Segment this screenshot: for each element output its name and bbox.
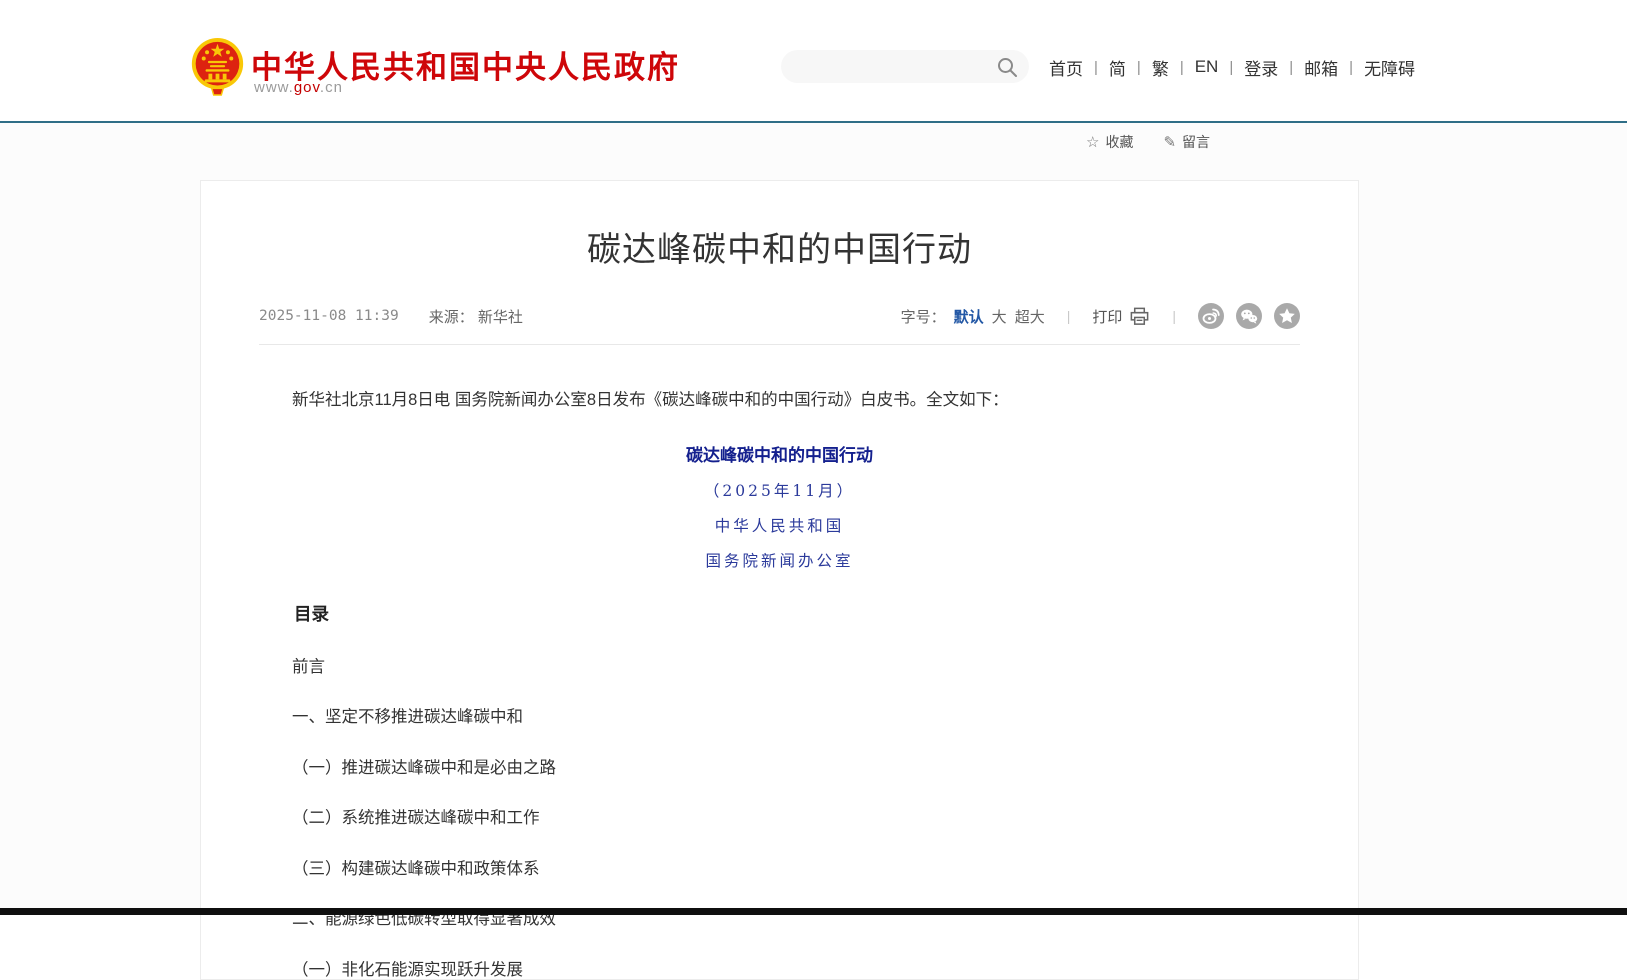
meta-divider-line <box>259 344 1300 345</box>
favorite-button[interactable]: ☆ 收藏 <box>1086 132 1133 152</box>
toc-line: 前言 <box>259 653 1300 677</box>
qzone-star-icon <box>1276 305 1298 327</box>
nav-accessibility[interactable]: 无障碍 <box>1353 55 1426 80</box>
font-size-label: 字号： <box>901 306 946 327</box>
article-title: 碳达峰碳中和的中国行动 <box>201 222 1358 271</box>
comment-label: 留言 <box>1182 132 1210 152</box>
font-size-large[interactable]: 大 <box>992 306 1007 327</box>
toolbar-separator: | <box>1150 308 1198 324</box>
quick-actions: ☆ 收藏 ✎ 留言 <box>1086 132 1210 152</box>
nav-simplified[interactable]: 简 <box>1098 55 1137 80</box>
font-size-default[interactable]: 默认 <box>954 306 984 327</box>
share-wechat-button[interactable] <box>1236 303 1262 329</box>
page-background: ☆ 收藏 ✎ 留言 碳达峰碳中和的中国行动 2025-11-08 11:39 来… <box>0 123 1627 915</box>
search-box <box>781 50 1029 83</box>
source-label: 来源： <box>429 309 474 326</box>
viewport-bottom-edge <box>0 908 1627 915</box>
share-qzone-button[interactable] <box>1274 303 1300 329</box>
share-weibo-button[interactable] <box>1198 303 1224 329</box>
article-meta-row: 2025-11-08 11:39 来源： 新华社 字号： 默认 大 超大 | 打… <box>259 303 1300 329</box>
search-button[interactable] <box>995 55 1019 79</box>
toc-line: 一、坚定不移推进碳达峰碳中和 <box>259 703 1300 727</box>
nav-english[interactable]: EN <box>1184 57 1230 77</box>
url-gov: gov <box>294 79 320 96</box>
weibo-icon <box>1200 305 1222 327</box>
intro-paragraph: 新华社北京11月8日电 国务院新闻办公室8日发布《碳达峰碳中和的中国行动》白皮书… <box>259 389 1300 412</box>
national-emblem-logo[interactable] <box>189 37 246 98</box>
printer-icon <box>1129 306 1150 327</box>
document-title: 碳达峰碳中和的中国行动 <box>259 441 1300 466</box>
nav-mail[interactable]: 邮箱 <box>1293 55 1349 80</box>
meta-left: 2025-11-08 11:39 来源： 新华社 <box>259 306 523 327</box>
url-cn: .cn <box>320 79 343 96</box>
publish-date: 2025-11-08 11:39 <box>259 308 399 324</box>
nav-login[interactable]: 登录 <box>1233 55 1289 80</box>
search-icon <box>995 55 1019 79</box>
nav-traditional[interactable]: 繁 <box>1141 55 1180 80</box>
article-body: 新华社北京11月8日电 国务院新闻办公室8日发布《碳达峰碳中和的中国行动》白皮书… <box>201 389 1358 980</box>
search-input[interactable] <box>781 50 1029 83</box>
source: 来源： 新华社 <box>429 306 523 327</box>
toc-line: （二）系统推进碳达峰碳中和工作 <box>259 804 1300 828</box>
toc-heading: 目录 <box>259 601 1300 626</box>
pencil-icon: ✎ <box>1163 133 1176 151</box>
print-label: 打印 <box>1092 306 1122 327</box>
wechat-icon <box>1238 305 1260 327</box>
toc-line: （一）推进碳达峰碳中和是必由之路 <box>259 754 1300 778</box>
favorite-label: 收藏 <box>1105 132 1133 152</box>
font-size-xlarge[interactable]: 超大 <box>1015 306 1045 327</box>
toc-line: （一）非化石能源实现跃升发展 <box>259 956 1300 980</box>
document-org-line2: 国务院新闻办公室 <box>259 549 1300 571</box>
document-org-line1: 中华人民共和国 <box>259 514 1300 536</box>
source-value[interactable]: 新华社 <box>478 309 523 326</box>
star-icon: ☆ <box>1086 133 1099 151</box>
nav-home[interactable]: 首页 <box>1038 55 1094 80</box>
meta-toolbar: 字号： 默认 大 超大 | 打印 | <box>901 303 1300 329</box>
document-date: （2025年11月） <box>259 479 1300 501</box>
toc-line: （三）构建碳达峰碳中和政策体系 <box>259 855 1300 879</box>
site-url[interactable]: www.gov.cn <box>254 79 343 96</box>
share-buttons <box>1198 303 1300 329</box>
comment-button[interactable]: ✎ 留言 <box>1163 132 1210 152</box>
toolbar-separator: | <box>1045 308 1093 324</box>
top-navigation: 首页 | 简 | 繁 | EN | 登录 | 邮箱 | 无障碍 <box>1038 54 1426 80</box>
article-card: 碳达峰碳中和的中国行动 2025-11-08 11:39 来源： 新华社 字号：… <box>200 180 1359 980</box>
site-header: 中华人民共和国中央人民政府 www.gov.cn 首页 | 简 | 繁 | EN… <box>0 0 1627 121</box>
url-www: www. <box>254 79 294 96</box>
print-button[interactable]: 打印 <box>1092 306 1150 327</box>
